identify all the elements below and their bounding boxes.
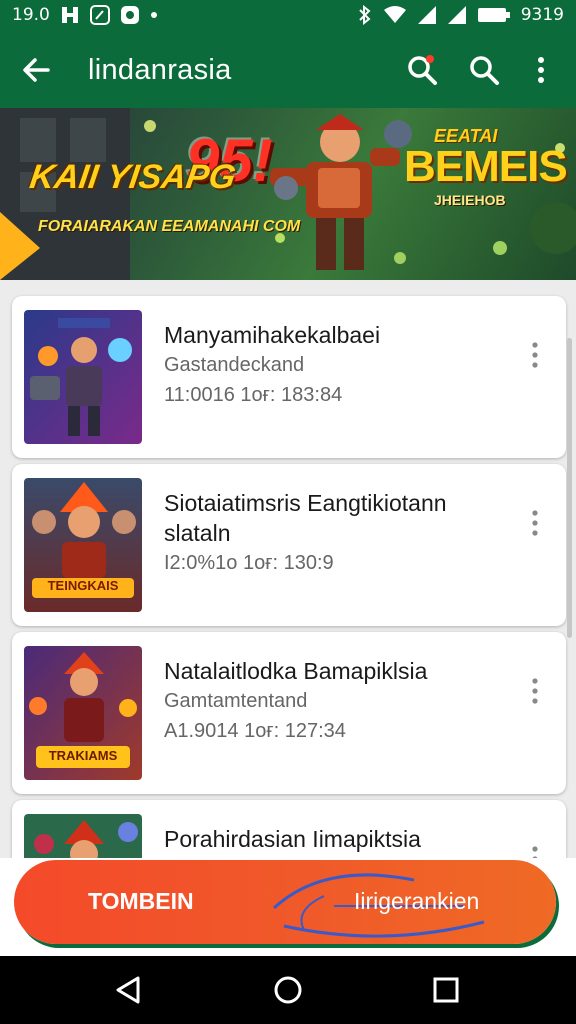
scrollbar[interactable]	[567, 338, 572, 638]
banner-logo-main: BEMEIS	[404, 142, 568, 191]
action-pill: TOMBEIN Iirigerankien	[14, 860, 556, 944]
thumbnail-caption: TEINGKAIS	[47, 578, 119, 593]
item-title: Manyamihakekalbaei	[164, 322, 381, 348]
signal-icon-2	[447, 6, 466, 24]
search-alert-icon[interactable]	[404, 52, 440, 88]
game-list[interactable]: Manyamihakekalbaei Gastandeckand 11:0016…	[0, 280, 576, 858]
battery-time: 9319	[520, 5, 564, 25]
signal-icon	[417, 6, 436, 24]
bluetooth-icon	[359, 5, 371, 25]
notification-app-icon	[61, 7, 78, 23]
notification-record-icon	[120, 6, 139, 24]
status-time: 19.0	[12, 5, 50, 25]
system-nav-bar	[0, 956, 576, 1024]
item-title: Siotaiatimsris Eangtikiotann slataln	[164, 490, 447, 546]
nav-back-icon[interactable]	[112, 974, 144, 1006]
item-meta: 11:0016 1oғ: 183:84	[164, 384, 343, 406]
notification-edit-icon	[89, 5, 110, 25]
item-text: Manyamihakekalbaei Gastandeckand 11:0016…	[164, 320, 504, 410]
notification-dot-icon	[150, 12, 157, 18]
game-thumbnail	[24, 310, 142, 444]
game-thumbnail	[24, 814, 142, 858]
banner-headline: KAII YISAPG	[27, 158, 239, 196]
list-item[interactable]: TRAKIAMS Natalaitlodka Bamapiklsia Gamta…	[12, 632, 566, 794]
list-item[interactable]: TEINGKAIS Siotaiatimsris Eangtikiotann s…	[12, 464, 566, 626]
more-options-icon[interactable]	[526, 676, 544, 706]
more-options-icon[interactable]	[526, 844, 544, 858]
battery-icon	[477, 8, 510, 22]
item-text: Siotaiatimsris Eangtikiotann slataln I2:…	[164, 488, 504, 578]
banner-subtitle: FORAIARAKAN EEAMANAHI COM	[38, 218, 301, 235]
list-item[interactable]: Manyamihakekalbaei Gastandeckand 11:0016…	[12, 296, 566, 458]
item-meta: A1.9014 1oғ: 127:34	[164, 720, 346, 742]
item-text: Natalaitlodka Bamapiklsia Gamtamtentand …	[164, 656, 504, 746]
more-options-icon[interactable]	[526, 340, 544, 370]
status-bar: 19.0 9319	[0, 0, 576, 32]
back-arrow-icon[interactable]	[18, 52, 54, 88]
list-item[interactable]: Porahirdasian Iimapiktsia	[12, 800, 566, 858]
thumbnail-caption: TRAKIAMS	[48, 748, 118, 763]
nav-recents-icon[interactable]	[430, 974, 462, 1006]
wifi-icon	[383, 6, 406, 23]
left-action-button[interactable]: TOMBEIN	[88, 888, 194, 915]
item-title: Natalaitlodka Bamapiklsia	[164, 658, 428, 684]
game-thumbnail: TEINGKAIS	[24, 478, 142, 612]
bottom-action-bar: TOMBEIN Iirigerankien	[0, 858, 576, 956]
app-bar: lindanrasia	[0, 32, 576, 108]
item-text: Porahirdasian Iimapiktsia	[164, 824, 504, 854]
nav-home-icon[interactable]	[272, 974, 304, 1006]
item-subtitle: Gamtamtentand	[164, 690, 308, 712]
item-subtitle: Gastandeckand	[164, 354, 305, 376]
promo-banner[interactable]: 95! KAII YISAPG FORAIARAKAN EEAMANAHI CO…	[0, 108, 576, 280]
game-thumbnail: TRAKIAMS	[24, 646, 142, 780]
page-title: lindanrasia	[88, 54, 232, 86]
item-title: Porahirdasian Iimapiktsia	[164, 826, 421, 852]
banner-logo-sub: JHEIEHOB	[434, 192, 506, 208]
overflow-menu-icon[interactable]	[526, 52, 556, 88]
search-icon[interactable]	[466, 52, 502, 88]
right-action-button[interactable]: Iirigerankien	[354, 888, 479, 915]
more-options-icon[interactable]	[526, 508, 544, 538]
item-meta: I2:0%1o 1oғ: 130:9	[164, 552, 334, 574]
